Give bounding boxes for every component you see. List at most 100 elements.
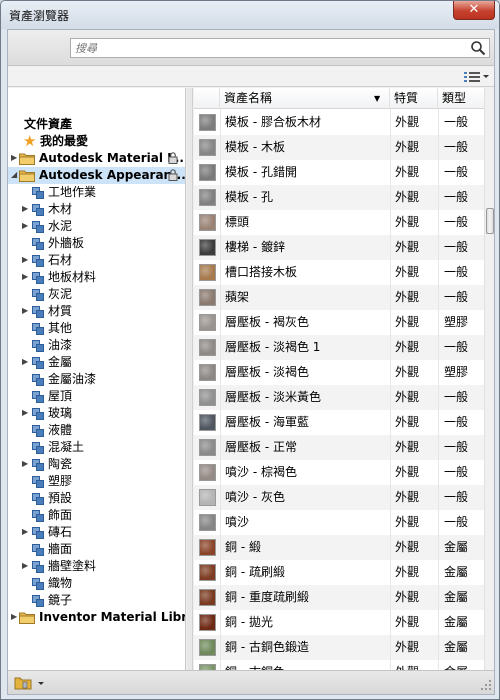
category-item[interactable]: 油漆 <box>8 337 185 354</box>
category-item[interactable]: ▶ 木材 <box>8 201 185 218</box>
category-item[interactable]: ▶ 玻璃 <box>8 405 185 422</box>
scrollbar-thumb[interactable] <box>486 208 494 234</box>
category-item[interactable]: ▶ 材質 <box>8 303 185 320</box>
category-item[interactable]: 外牆板 <box>8 235 185 252</box>
folder-icon <box>19 612 35 624</box>
title-bar[interactable]: 資產瀏覽器 ✕ <box>1 1 499 29</box>
asset-type: 一般 <box>444 165 469 179</box>
vertical-scrollbar[interactable] <box>484 88 494 670</box>
collapsed-arrow-icon[interactable]: ▶ <box>22 205 30 213</box>
table-row[interactable]: 層壓板 - 正常 外觀 一般 <box>194 435 484 460</box>
collapsed-arrow-icon[interactable]: ▶ <box>22 307 30 315</box>
list-view-icon[interactable] <box>460 69 490 85</box>
asset-type: 塑膠 <box>444 315 469 329</box>
table-row[interactable]: 銅 - 古銅色鍛造 外觀 金屬 <box>194 635 484 660</box>
name-column-header[interactable]: 資產名稱 ▼ <box>220 88 390 109</box>
category-label: 牆壁塗料 <box>48 559 97 573</box>
category-item[interactable]: 飾面 <box>8 507 185 524</box>
material-thumbnail <box>199 514 216 531</box>
category-label: 地板材料 <box>48 270 97 284</box>
collapsed-arrow-icon[interactable]: ▶ <box>22 562 30 570</box>
material-thumbnail <box>199 564 216 581</box>
favorites-item[interactable]: ★ 我的最愛 <box>8 133 185 150</box>
table-row[interactable]: 模板 - 木板 外觀 一般 <box>194 135 484 160</box>
collapsed-arrow-icon[interactable]: ▶ <box>22 358 30 366</box>
table-row[interactable]: 層壓板 - 海軍藍 外觀 一般 <box>194 410 484 435</box>
category-item[interactable]: 預設 <box>8 490 185 507</box>
collapsed-arrow-icon[interactable]: ▶ <box>22 222 30 230</box>
category-label: 玻璃 <box>48 406 73 420</box>
table-row[interactable]: 噴沙 - 棕褐色 外觀 一般 <box>194 460 484 485</box>
table-row[interactable]: 模板 - 孔錯開 外觀 一般 <box>194 160 484 185</box>
category-item[interactable]: 塑膠 <box>8 473 185 490</box>
category-item[interactable]: ▶ 地板材料 <box>8 269 185 286</box>
asset-property: 外觀 <box>395 615 420 629</box>
category-label: 灰泥 <box>48 287 73 301</box>
table-row[interactable]: 銅 - 重度疏刷緞 外觀 金屬 <box>194 585 484 610</box>
material-category-icon <box>32 357 44 369</box>
collapsed-arrow-icon[interactable]: ▶ <box>22 528 30 536</box>
table-row[interactable]: 層壓板 - 淡褐色 外觀 塑膠 <box>194 360 484 385</box>
collapsed-arrow-icon[interactable]: ▶ <box>22 256 30 264</box>
asset-list[interactable]: 資產名稱 ▼ 特質 類型 模板 - 膠合板木材 外觀 一般 模板 - 木板 外觀 一般 模板… <box>194 88 484 670</box>
table-row[interactable]: 樓梯 - 鍍鋅 外觀 一般 <box>194 235 484 260</box>
library-item[interactable]: ▶ Inventor Material Library <box>8 609 185 626</box>
collapsed-arrow-icon[interactable]: ▶ <box>11 154 19 162</box>
open-library-button[interactable] <box>12 674 46 692</box>
search-input[interactable] <box>70 38 490 58</box>
category-item[interactable]: 液體 <box>8 422 185 439</box>
category-item[interactable]: ▶ 金屬 <box>8 354 185 371</box>
collapsed-arrow-icon[interactable]: ▶ <box>22 409 30 417</box>
table-row[interactable]: 標頭 外觀 一般 <box>194 210 484 235</box>
table-row[interactable]: 銅 - 拋光 外觀 金屬 <box>194 610 484 635</box>
category-item[interactable]: ▶ 陶瓷 <box>8 456 185 473</box>
close-icon: ✕ <box>468 2 480 17</box>
category-item[interactable]: 灰泥 <box>8 286 185 303</box>
category-item[interactable]: 其他 <box>8 320 185 337</box>
category-item[interactable]: ▶ 磚石 <box>8 524 185 541</box>
search-icon[interactable] <box>470 40 486 56</box>
table-row[interactable]: 層壓板 - 淡米黃色 外觀 一般 <box>194 385 484 410</box>
asset-type: 一般 <box>444 140 469 154</box>
category-item[interactable]: ▶ 水泥 <box>8 218 185 235</box>
category-item[interactable]: 牆面 <box>8 541 185 558</box>
table-row[interactable]: 蘋架 外觀 一般 <box>194 285 484 310</box>
material-thumbnail <box>199 314 216 331</box>
category-item[interactable]: 織物 <box>8 575 185 592</box>
table-row[interactable]: 槽口搭接木板 外觀 一般 <box>194 260 484 285</box>
table-row[interactable]: 模板 - 孔 外觀 一般 <box>194 185 484 210</box>
library-item[interactable]: ▶ Autodesk Material L... <box>8 150 185 167</box>
table-row[interactable]: 銅 - 疏刷緞 外觀 金屬 <box>194 560 484 585</box>
category-item[interactable]: 混凝土 <box>8 439 185 456</box>
category-item[interactable]: 工地作業 <box>8 184 185 201</box>
library-item[interactable]: ◢ Autodesk Appearan... <box>8 167 185 184</box>
asset-name: 蘋架 <box>225 290 250 304</box>
table-row[interactable]: 模板 - 膠合板木材 外觀 一般 <box>194 110 484 135</box>
category-item[interactable]: ▶ 石材 <box>8 252 185 269</box>
table-row[interactable]: 噴沙 外觀 一般 <box>194 510 484 535</box>
asset-property: 外觀 <box>395 415 420 429</box>
table-row[interactable]: 層壓板 - 褐灰色 外觀 塑膠 <box>194 310 484 335</box>
category-item[interactable]: ▶ 牆壁塗料 <box>8 558 185 575</box>
category-item[interactable]: 屋頂 <box>8 388 185 405</box>
resize-grip-icon[interactable] <box>480 679 492 691</box>
material-thumbnail <box>199 289 216 306</box>
collapsed-arrow-icon[interactable]: ▶ <box>11 613 19 621</box>
library-tree[interactable]: 文件資產 ★ 我的最愛 ▶ Autodesk Material L... ◢ Autodes… <box>8 88 186 670</box>
table-row[interactable]: 銅 - 古銅色外觀金屬 <box>194 660 484 670</box>
asset-type: 一般 <box>444 340 469 354</box>
collapsed-arrow-icon[interactable]: ▶ <box>22 273 30 281</box>
folder-icon <box>19 170 35 182</box>
asset-property: 外觀 <box>395 265 420 279</box>
category-item[interactable]: 鏡子 <box>8 592 185 609</box>
table-row[interactable]: 噴沙 - 灰色 外觀 一般 <box>194 485 484 510</box>
type-column-header[interactable]: 類型 <box>438 88 484 109</box>
table-row[interactable]: 銅 - 緞 外觀 金屬 <box>194 535 484 560</box>
close-button[interactable]: ✕ <box>453 1 495 20</box>
table-row[interactable]: 層壓板 - 淡褐色 1 外觀 一般 <box>194 335 484 360</box>
expanded-arrow-icon[interactable]: ◢ <box>11 171 19 179</box>
property-column-header[interactable]: 特質 <box>390 88 438 109</box>
category-item[interactable]: 金屬油漆 <box>8 371 185 388</box>
pane-splitter[interactable] <box>187 88 193 670</box>
collapsed-arrow-icon[interactable]: ▶ <box>22 460 30 468</box>
